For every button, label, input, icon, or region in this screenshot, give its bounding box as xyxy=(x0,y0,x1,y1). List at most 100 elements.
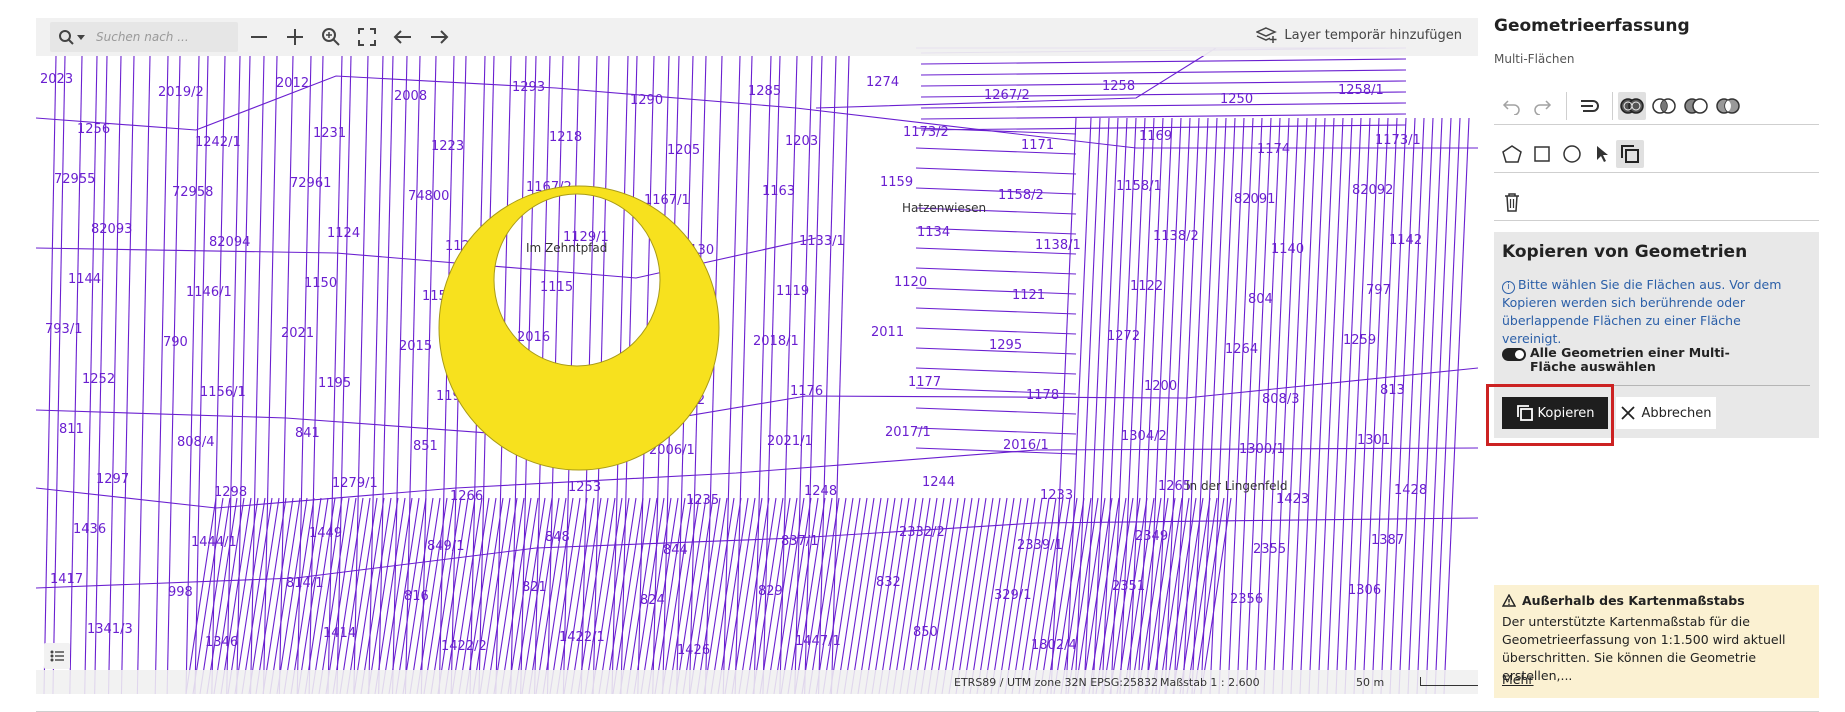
parcel-boundary xyxy=(915,327,1077,335)
parcel-number-label: 1436 xyxy=(73,522,106,537)
parcel-number-label: 1279/1 xyxy=(332,476,378,491)
parcel-number-label: 1169 xyxy=(1139,129,1172,144)
crs-label: ETRS89 / UTM zone 32N EPSG:25832 xyxy=(954,676,1158,689)
parcel-number-label: 1802/4 xyxy=(1031,638,1077,653)
parcel-number-label: 1195 xyxy=(318,376,351,391)
fullscreen-button[interactable] xyxy=(352,22,382,52)
parcel-number-label: 1177 xyxy=(908,375,941,390)
zoom-select-button[interactable] xyxy=(316,22,346,52)
merge-icon xyxy=(1581,100,1599,112)
parcel-number-label: 329/1 xyxy=(994,588,1031,603)
select-all-multi-toggle[interactable] xyxy=(1502,348,1526,361)
select-cursor-icon xyxy=(1597,146,1608,162)
cancel-button[interactable]: Abbrechen xyxy=(1616,397,1716,429)
parcel-number-label: 1258/1 xyxy=(1338,83,1384,98)
parcel-number-label: 1298 xyxy=(214,485,247,500)
legend-button[interactable] xyxy=(44,643,70,669)
parcel-boundary xyxy=(236,55,251,694)
parcel-number-label: 1422/2 xyxy=(441,639,487,654)
place-name-label: Im Zehntpfad xyxy=(526,241,607,255)
parcel-number-label: 1285 xyxy=(748,84,781,99)
polygon-icon xyxy=(1502,145,1522,163)
edit-tools-row xyxy=(1494,84,1819,125)
parcel-number-label: 1274 xyxy=(866,75,899,90)
cancel-button-label: Abbrechen xyxy=(1641,405,1712,421)
copy-icon xyxy=(1621,145,1639,163)
parcel-number-label: 1267/2 xyxy=(984,88,1030,103)
map-scale-label: Maßstab 1 : 2.600 xyxy=(1160,676,1260,689)
zoom-in-button[interactable] xyxy=(280,22,310,52)
draw-rectangle-button[interactable] xyxy=(1528,140,1556,168)
parcel-number-label: 1223 xyxy=(431,139,464,154)
undo-button[interactable] xyxy=(1498,92,1526,120)
zoom-out-button[interactable] xyxy=(244,22,274,52)
parcel-boundary xyxy=(278,55,294,694)
intersect-button[interactable] xyxy=(1650,92,1678,120)
forward-button[interactable] xyxy=(424,22,454,52)
parcel-number-label: 1140 xyxy=(1271,242,1304,257)
parcel-boundary xyxy=(915,187,1077,195)
parcel-number-label: 82092 xyxy=(1352,183,1393,198)
parcel-boundary xyxy=(920,102,1407,109)
parcel-number-label: 1259 xyxy=(1343,333,1376,348)
intersect-icon xyxy=(1652,98,1676,114)
tool-separator xyxy=(1566,92,1567,120)
delete-button[interactable] xyxy=(1498,188,1526,216)
parcel-number-label: 82091 xyxy=(1234,192,1275,207)
parcel-number-label: 1423 xyxy=(1276,492,1309,507)
parcel-number-label: 82093 xyxy=(91,222,132,237)
zoom-magnifier-icon xyxy=(322,28,340,46)
warning-more-link[interactable]: Mehr xyxy=(1502,672,1534,687)
parcel-number-label: 1272 xyxy=(1107,329,1140,344)
back-button[interactable] xyxy=(388,22,418,52)
parcel-number-label: 1266 xyxy=(450,489,483,504)
parcel-boundary xyxy=(296,55,312,694)
draw-polygon-button[interactable] xyxy=(1498,140,1526,168)
xor-button[interactable] xyxy=(1714,92,1742,120)
parcel-number-label: 1300/1 xyxy=(1239,442,1285,457)
parcel-number-label: 1297 xyxy=(96,472,129,487)
parcel-number-label: 837/1 xyxy=(781,534,818,549)
select-button[interactable] xyxy=(1588,140,1616,168)
parcel-number-label: 1256 xyxy=(77,122,110,137)
map-viewport[interactable]: 2023 2019/2 2012 2008 1293 1290 1285 1274 1267/2… xyxy=(36,18,1478,694)
union-button[interactable] xyxy=(1618,92,1646,120)
parcel-number-label: 2332/2 xyxy=(899,525,945,540)
parcel-number-label: 1295 xyxy=(989,338,1022,353)
parcel-number-label: 1301 xyxy=(1357,433,1390,448)
parcel-number-label: 2021 xyxy=(281,326,314,341)
panel-title: Geometrieerfassung xyxy=(1494,16,1690,36)
add-temporary-layer-button[interactable]: Layer temporär hinzufügen xyxy=(1256,26,1462,44)
copy-geometry-button[interactable] xyxy=(1616,140,1644,168)
parcel-number-label: 1346 xyxy=(205,635,238,650)
parcel-number-label: 2016/1 xyxy=(1003,438,1049,453)
map-toolbar: Layer temporär hinzufügen xyxy=(36,18,1478,56)
search-input[interactable] xyxy=(94,29,226,45)
copy-icon xyxy=(1516,404,1534,422)
selected-ring-geometry[interactable] xyxy=(438,185,720,471)
parcel-number-label: 1173/2 xyxy=(903,125,949,140)
copy-button[interactable]: Kopieren xyxy=(1502,397,1608,429)
parcel-number-label: 1250 xyxy=(1220,92,1253,107)
close-icon xyxy=(1620,405,1636,421)
parcel-number-label: 72961 xyxy=(290,176,331,191)
parcel-number-label: 790 xyxy=(163,335,188,350)
search-icon[interactable] xyxy=(58,29,86,45)
parcel-boundary xyxy=(136,55,151,694)
copy-button-label: Kopieren xyxy=(1537,405,1595,421)
difference-button[interactable] xyxy=(1682,92,1710,120)
parcel-number-label: 1120 xyxy=(894,275,927,290)
parcel-boundary xyxy=(308,55,324,694)
parcel-number-label: 1422/1 xyxy=(559,630,605,645)
parcel-number-label: 1115 xyxy=(540,280,573,295)
search-box[interactable] xyxy=(50,22,238,52)
parcel-number-label: 2017/1 xyxy=(885,425,931,440)
merge-button[interactable] xyxy=(1576,92,1604,120)
parcel-number-label: 841 xyxy=(295,426,320,441)
panel-subtitle: Multi-Flächen xyxy=(1494,52,1575,66)
parcel-number-label: 1258 xyxy=(1102,79,1135,94)
redo-button[interactable] xyxy=(1528,92,1556,120)
draw-circle-button[interactable] xyxy=(1558,140,1586,168)
parcel-number-label: 1178 xyxy=(1026,388,1059,403)
parcel-number-label: 1124 xyxy=(327,226,360,241)
